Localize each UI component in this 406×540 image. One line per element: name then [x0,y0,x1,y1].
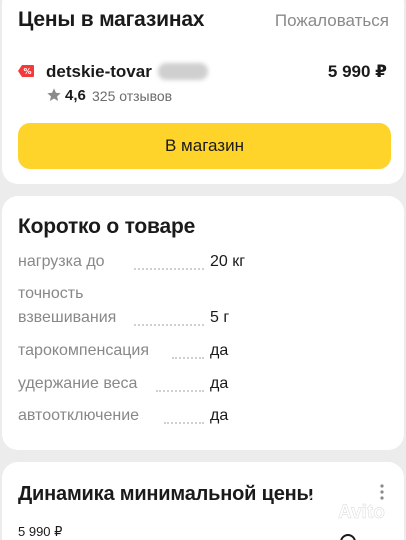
spec-leader-dots [172,357,204,359]
chart-marker-icon [340,534,356,540]
rating-value: 4,6 [65,87,86,104]
spec-label: тарокомпенсация [18,342,149,359]
spec-row: нагрузка до 20 кг [18,250,398,274]
spec-value: 20 кг [210,253,246,270]
discount-percent-icon: % [18,65,34,77]
spec-row: тарокомпенсация да [18,339,398,363]
product-summary-card: Коротко о товаре нагрузка до 20 кг точно… [2,196,404,450]
spec-leader-dots [134,324,204,326]
stores-title: Цены в магазинах [18,8,205,31]
to-store-button[interactable]: В магазин [18,123,391,169]
spec-value: 5 г [210,309,230,326]
spec-leader-dots [156,390,204,392]
star-icon [47,88,61,101]
shop-name-link[interactable]: detskie-tovar [46,62,152,82]
spec-label: автоотключение [18,407,140,424]
stores-card: Цены в магазинах Пожаловаться % detskie-… [2,0,404,184]
spec-row: автоотключение да [18,404,398,428]
avito-watermark-logo: Avito [306,493,385,523]
svg-text:%: % [23,67,31,76]
reviews-link[interactable]: 325 отзывов [92,88,172,104]
spec-value: да [210,375,229,392]
watermark-text: Avito [338,502,385,523]
complain-link[interactable]: Пожаловаться [275,11,389,31]
dynamics-title: Динамика минимальной цены [18,483,314,505]
spec-leader-dots [164,422,204,424]
dynamics-price-label: 5 990 ₽ [18,524,63,539]
spec-label: нагрузка до [18,253,105,270]
spec-row: точность взвешивания 5 г [18,282,398,330]
spec-label: удержание веса [18,375,138,392]
summary-title: Коротко о товаре [18,215,196,238]
spec-label: точность взвешивания [18,285,117,326]
spec-value: да [210,342,229,359]
to-store-button-label: В магазин [165,136,244,155]
spec-value: да [210,407,229,424]
offer-price: 5 990 ₽ [327,62,387,81]
spec-row: удержание веса да [18,372,398,396]
spec-leader-dots [134,268,204,270]
redacted-blur [158,63,208,80]
